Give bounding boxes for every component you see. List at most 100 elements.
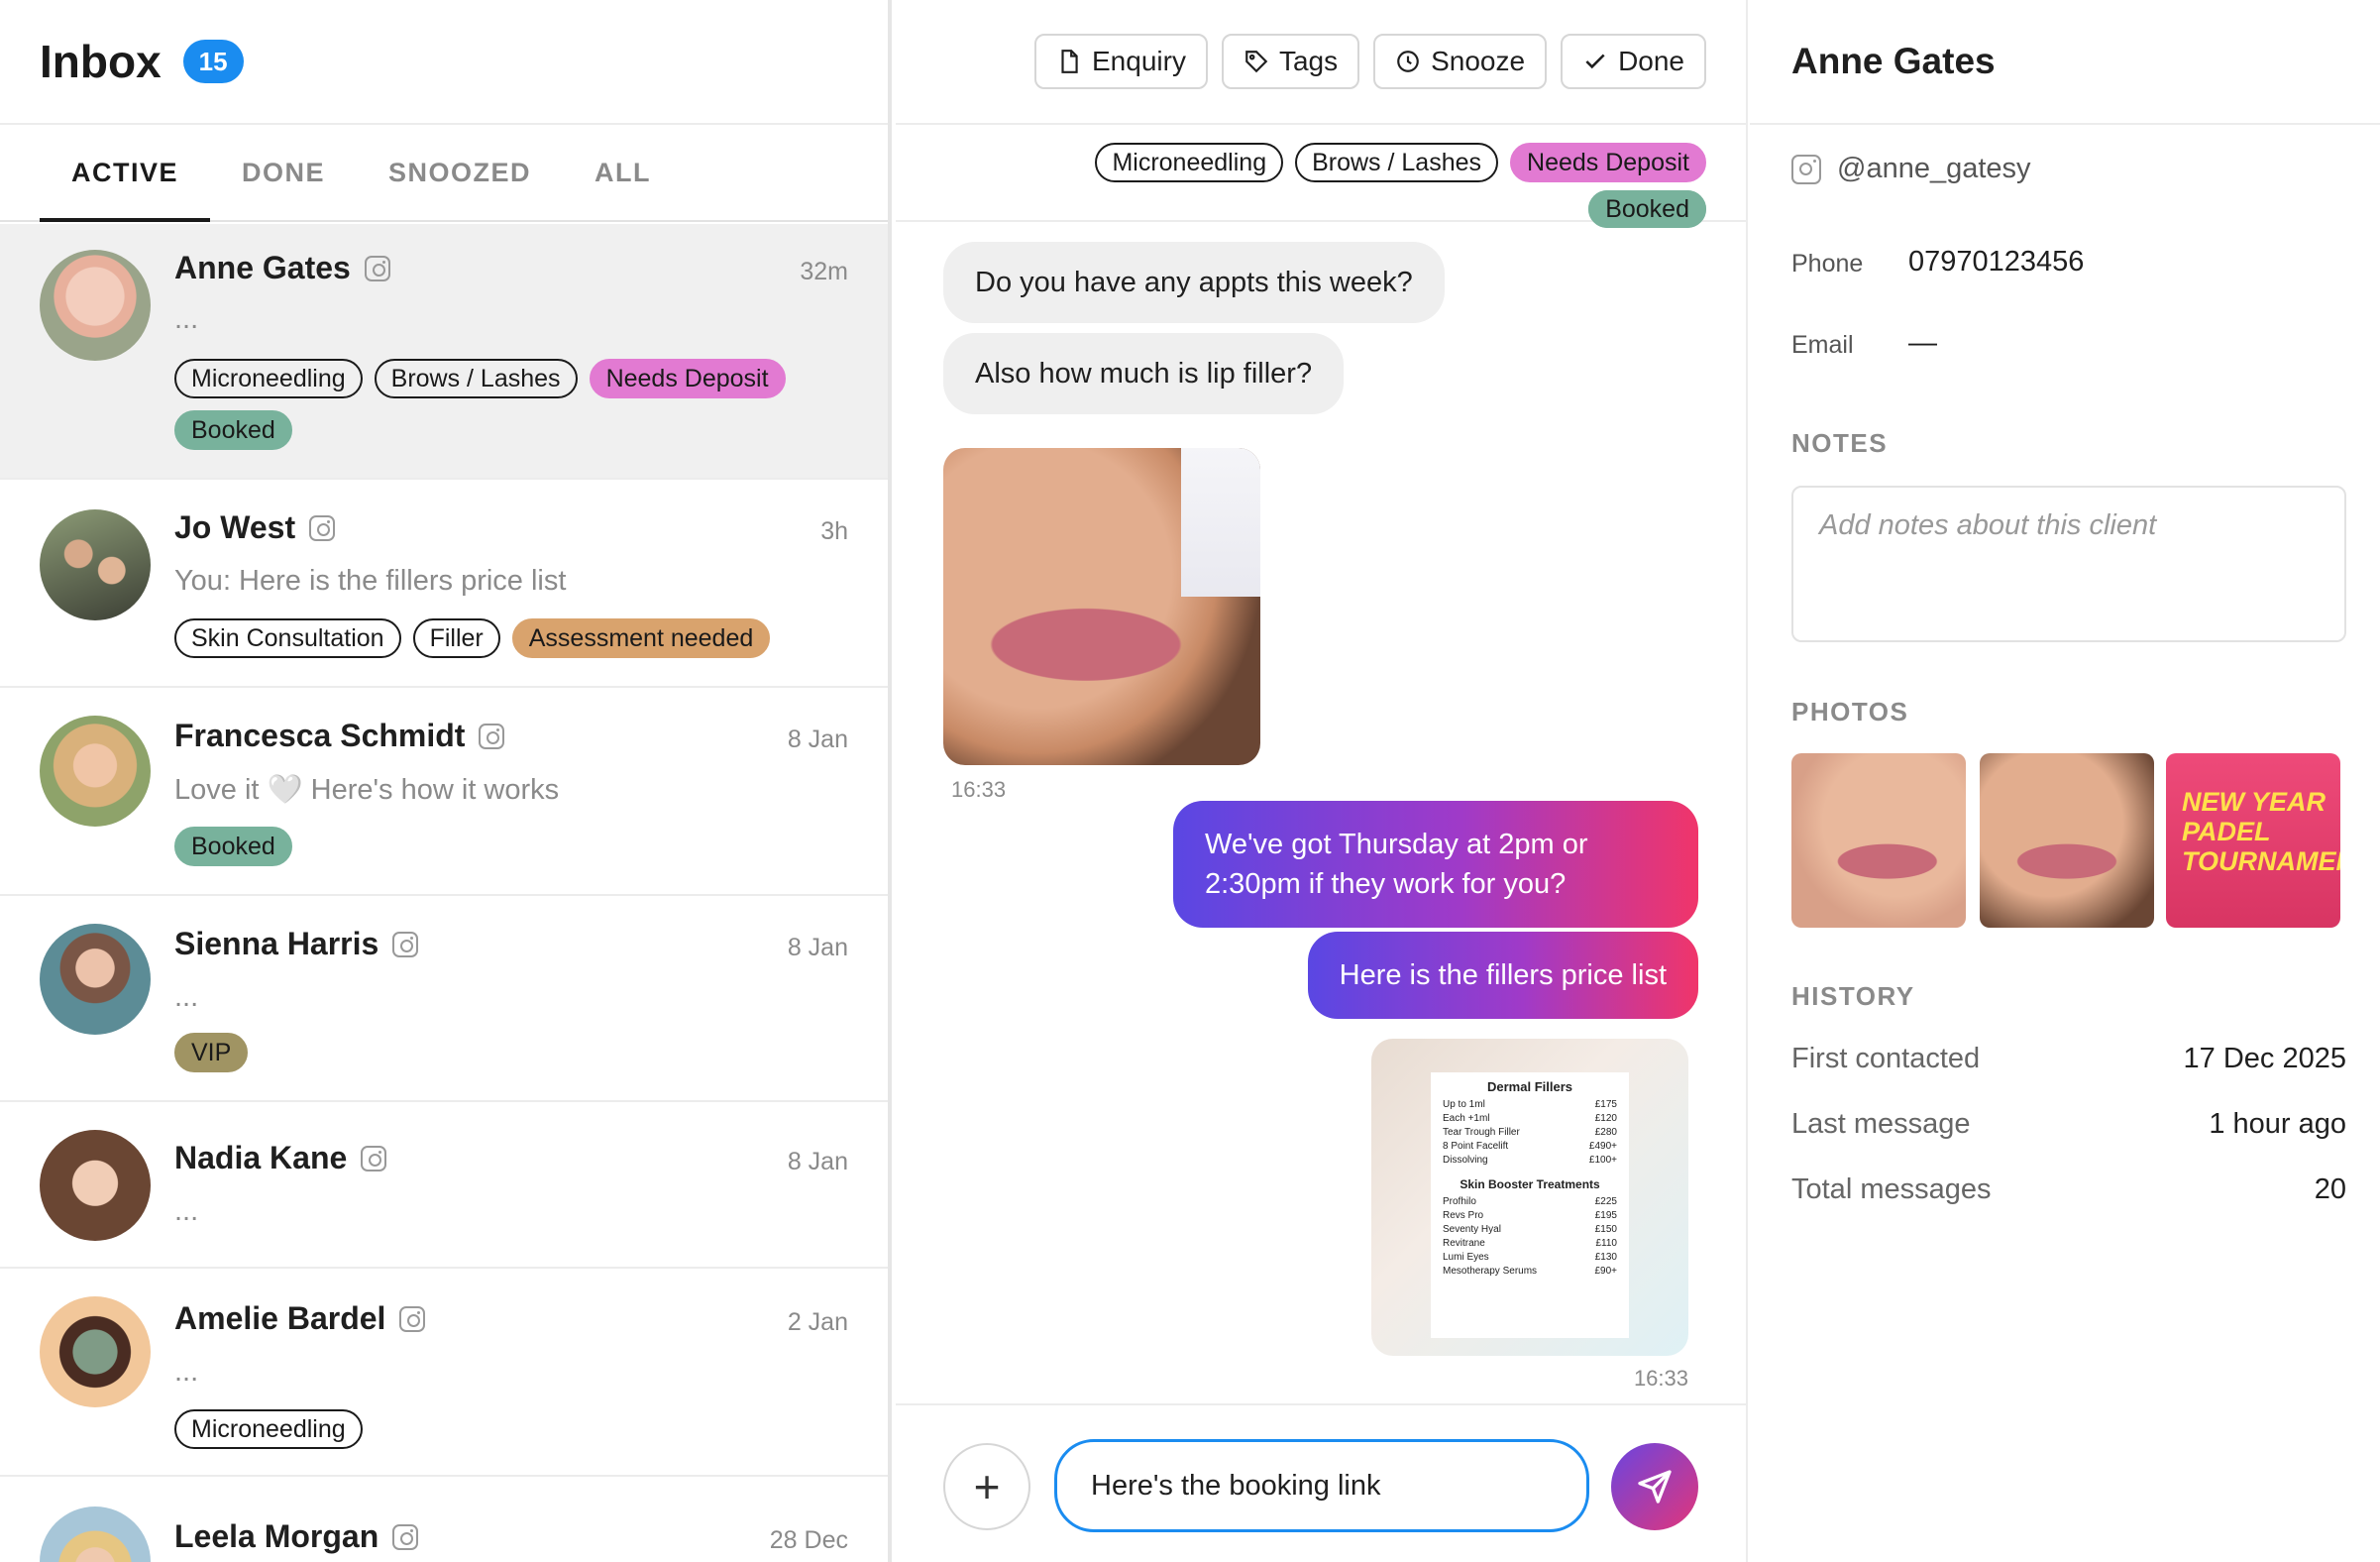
price-item: Up to 1ml xyxy=(1443,1099,1485,1110)
price-item: Revs Pro xyxy=(1443,1210,1484,1221)
outgoing-message: We've got Thursday at 2pm or 2:30pm if t… xyxy=(1173,801,1698,928)
photo-thumbnail[interactable] xyxy=(1791,753,1966,928)
done-button[interactable]: Done xyxy=(1561,34,1706,89)
instagram-icon xyxy=(1791,154,1821,184)
tag: Booked xyxy=(174,827,292,866)
price-item: Lumi Eyes xyxy=(1443,1252,1489,1263)
check-icon xyxy=(1585,54,1605,69)
instagram-icon xyxy=(361,1145,387,1172)
phone-label: Phone xyxy=(1791,250,1864,278)
instagram-icon xyxy=(392,1523,419,1550)
price-section: Up to 1ml £175 Each +1ml £120 Tear Trough Fi… xyxy=(1443,1098,1617,1168)
price-amount: £130 xyxy=(1594,1252,1617,1263)
price-list-image[interactable]: Dermal Fillers Up to 1ml £175 Each +1ml £12… xyxy=(1371,1039,1688,1356)
lips-photo[interactable] xyxy=(943,448,1260,765)
conversation-item[interactable]: Sienna Harris 8 Jan ... VIP xyxy=(0,898,888,1102)
tag: Skin Consultation xyxy=(174,618,401,658)
tag-icon xyxy=(1245,51,1268,73)
attach-button[interactable]: + xyxy=(943,1443,1030,1530)
tab-all[interactable]: ALL xyxy=(563,125,683,220)
inbox-count-badge: 15 xyxy=(182,40,244,83)
price-amount: £120 xyxy=(1594,1113,1617,1124)
photo-thumbnail[interactable] xyxy=(1980,753,2154,928)
conversation-item[interactable]: Amelie Bardel 2 Jan ... Microneedling xyxy=(0,1271,888,1477)
conversation-item[interactable]: Francesca Schmidt 8 Jan Love it 🤍 Here's… xyxy=(0,690,888,896)
tag: Filler xyxy=(412,618,500,658)
price-section-title: Dermal Fillers xyxy=(1487,1079,1572,1094)
tag-list: Microneedling xyxy=(174,1409,363,1449)
price-row: Mesotherapy Serums £90+ xyxy=(1443,1265,1617,1279)
tag-list: Microneedling Brows / Lashes Needs Depos… xyxy=(174,359,786,398)
message-preview: ... xyxy=(174,981,199,1013)
price-amount: £280 xyxy=(1594,1127,1617,1138)
tag: Booked xyxy=(174,410,292,450)
message-time: 8 Jan xyxy=(787,1148,848,1175)
enquiry-button[interactable]: Enquiry xyxy=(1034,34,1208,89)
tag[interactable]: Microneedling xyxy=(1095,143,1284,182)
message-preview: Love it 🤍 Here's how it works xyxy=(174,774,560,806)
conversation-item[interactable]: Nadia Kane 8 Jan ... xyxy=(0,1104,888,1269)
price-item: Profhilo xyxy=(1443,1196,1476,1207)
avatar xyxy=(40,924,151,1035)
message-time: 8 Jan xyxy=(787,725,848,753)
price-item: Dissolving xyxy=(1443,1155,1488,1166)
poster-text: NEW YEAR PADEL TOURNAMENT xyxy=(2182,787,2340,876)
tag: Microneedling xyxy=(174,1409,363,1449)
notes-field[interactable]: Add notes about this client xyxy=(1791,486,2346,642)
tag[interactable]: Needs Deposit xyxy=(1510,143,1706,182)
chat-panel: Enquiry Tags Snooze Done Microneedling B… xyxy=(896,0,1748,1562)
price-item: Each +1ml xyxy=(1443,1113,1490,1124)
history-value: 17 Dec 2025 xyxy=(2183,1043,2346,1074)
contact-name: Francesca Schmidt xyxy=(174,718,505,754)
message-preview: You: Here is the fillers price list xyxy=(174,565,567,597)
inbox-tabs: ACTIVE DONE SNOOZED ALL xyxy=(0,125,888,222)
photo-background xyxy=(1181,448,1260,597)
tab-active[interactable]: ACTIVE xyxy=(40,125,211,222)
phone-value[interactable]: 07970123456 xyxy=(1908,246,2084,279)
tab-done[interactable]: DONE xyxy=(210,125,357,220)
plus-icon: + xyxy=(973,1461,1001,1512)
price-row: Up to 1ml £175 xyxy=(1443,1098,1617,1112)
message-time: 8 Jan xyxy=(787,934,848,961)
history-value: 1 hour ago xyxy=(2209,1108,2346,1140)
incoming-message: Also how much is lip filler? xyxy=(943,333,1345,414)
price-item: 8 Point Facelift xyxy=(1443,1141,1509,1152)
event-poster-thumbnail[interactable]: NEW YEAR PADEL TOURNAMENT xyxy=(2166,753,2340,928)
price-amount: £225 xyxy=(1594,1196,1617,1207)
contact-name: Leela Morgan xyxy=(174,1518,419,1555)
tag: Assessment needed xyxy=(511,618,771,658)
tag-list: VIP xyxy=(174,1033,249,1072)
price-row: Lumi Eyes £130 xyxy=(1443,1251,1617,1265)
client-details-panel: Anne Gates @anne_gatesy Phone 0797012345… xyxy=(1750,0,2380,1562)
history-key: First contacted xyxy=(1791,1043,1981,1074)
avatar xyxy=(40,250,151,361)
price-row: Profhilo £225 xyxy=(1443,1195,1617,1209)
notes-heading: NOTES xyxy=(1791,428,1889,458)
price-row: Seventy Hyal £150 xyxy=(1443,1223,1617,1237)
history-key: Total messages xyxy=(1791,1173,1992,1205)
conversation-item[interactable]: Leela Morgan 28 Dec xyxy=(0,1479,888,1562)
price-section-title: Skin Booster Treatments xyxy=(1460,1177,1600,1191)
avatar xyxy=(40,1296,151,1407)
conversation-item[interactable]: Anne Gates 32m ... Microneedling Brows /… xyxy=(0,224,888,480)
tab-snoozed[interactable]: SNOOZED xyxy=(357,125,563,220)
clock-icon xyxy=(1397,51,1419,72)
price-item: Mesotherapy Serums xyxy=(1443,1266,1538,1277)
photos-heading: PHOTOS xyxy=(1791,697,1909,726)
message-thread[interactable]: Do you have any appts this week? Also ho… xyxy=(896,224,1746,1403)
snooze-button[interactable]: Snooze xyxy=(1373,34,1548,89)
tags-button[interactable]: Tags xyxy=(1221,34,1360,89)
snooze-label: Snooze xyxy=(1431,46,1526,76)
tag[interactable]: Brows / Lashes xyxy=(1295,143,1499,182)
message-input[interactable] xyxy=(1054,1439,1589,1532)
send-button[interactable] xyxy=(1611,1443,1698,1530)
client-handle[interactable]: @anne_gatesy xyxy=(1791,153,2031,185)
message-composer: + xyxy=(896,1403,1746,1562)
tag-list: Booked xyxy=(174,410,292,450)
conversation-tags: Microneedling Brows / Lashes Needs Depos… xyxy=(896,125,1746,228)
price-amount: £195 xyxy=(1594,1210,1617,1221)
tag[interactable]: Booked xyxy=(1588,190,1706,228)
conversation-item[interactable]: Jo West 3h You: Here is the fillers pric… xyxy=(0,482,888,688)
message-time: 16:33 xyxy=(951,777,1007,802)
message-preview: ... xyxy=(174,1195,199,1227)
